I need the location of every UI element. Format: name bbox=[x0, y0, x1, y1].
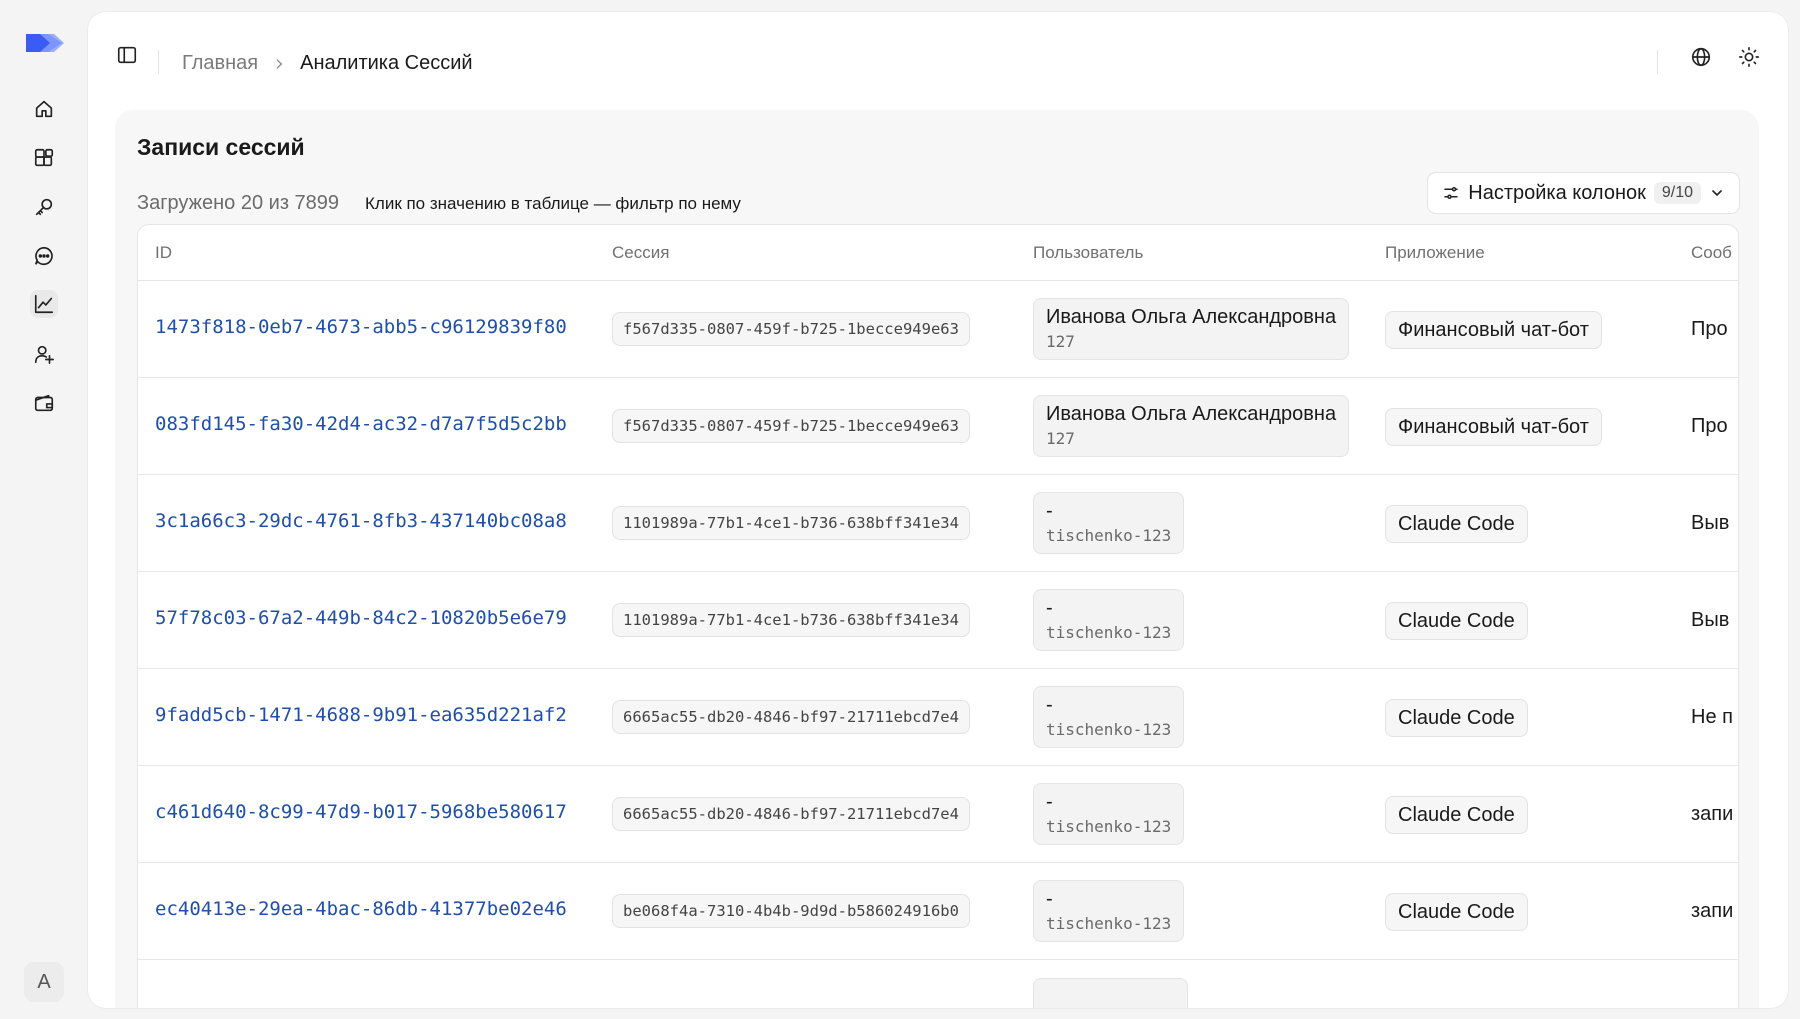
message-cell[interactable]: Не п bbox=[1691, 706, 1733, 729]
column-header-id[interactable]: ID bbox=[155, 243, 172, 263]
columns-settings-label: Настройка колонок bbox=[1468, 181, 1646, 204]
app-chip[interactable]: Claude Code bbox=[1385, 893, 1528, 931]
row-id-link[interactable]: 1473f818-0eb7-4673-abb5-c96129839f80 bbox=[155, 316, 567, 338]
app-chip[interactable]: Финансовый чат-бот bbox=[1385, 408, 1602, 446]
user-chip[interactable]: - tischenko-123 bbox=[1033, 880, 1185, 942]
user-login: tischenko-123 bbox=[1046, 914, 1172, 933]
row-id-link[interactable]: c461d640-8c99-47d9-b017-5968be580617 bbox=[155, 801, 567, 823]
app-chip[interactable]: Claude Code bbox=[1385, 699, 1528, 737]
user-chip[interactable]: - tischenko-123 bbox=[1033, 589, 1185, 651]
table-row: ec40413e-29ea-4bac-86db-41377be02e46 be0… bbox=[138, 863, 1738, 960]
sidebar-toggle-icon[interactable] bbox=[114, 42, 140, 68]
user-chip[interactable]: - tischenko-123 bbox=[1033, 492, 1185, 554]
row-id-link[interactable]: ec40413e-29ea-4bac-86db-41377be02e46 bbox=[155, 898, 567, 920]
message-cell[interactable]: Про bbox=[1691, 318, 1728, 341]
column-header-session[interactable]: Сессия bbox=[612, 243, 669, 263]
page-title: Аналитика Сессий bbox=[300, 52, 473, 74]
logo bbox=[26, 34, 64, 52]
app-chip[interactable]: Claude Code bbox=[1385, 505, 1528, 543]
chart-icon[interactable] bbox=[30, 290, 58, 318]
column-header-user[interactable]: Пользователь bbox=[1033, 243, 1143, 263]
filter-hint: Клик по значению в таблице — фильтр по н… bbox=[365, 194, 741, 213]
column-header-app[interactable]: Приложение bbox=[1385, 243, 1485, 263]
columns-settings-button[interactable]: Настройка колонок 9/10 bbox=[1427, 172, 1740, 214]
session-chip[interactable]: 1101989a-77b1-4ce1-b736-638bff341e34 bbox=[612, 506, 970, 540]
table-row: 083fd145-fa30-42d4-ac32-d7a7f5d5c2bb f56… bbox=[138, 378, 1738, 475]
user-name: - bbox=[1046, 791, 1053, 813]
blocks-icon[interactable] bbox=[30, 144, 58, 172]
sessions-table: ID Сессия Пользователь Приложение Сооб 1… bbox=[137, 224, 1739, 1008]
topbar: Главная Аналитика Сессий bbox=[88, 12, 1788, 98]
message-cell[interactable]: запи bbox=[1691, 803, 1733, 826]
table-row: 9fadd5cb-1471-4688-9b91-ea635d221af2 666… bbox=[138, 669, 1738, 766]
user-chip[interactable]: Иванова Ольга Александровна 127 bbox=[1033, 395, 1350, 457]
session-chip[interactable]: f567d335-0807-459f-b725-1becce949e63 bbox=[612, 409, 970, 443]
session-chip[interactable]: 6665ac55-db20-4846-bf97-21711ebcd7e4 bbox=[612, 797, 970, 831]
user-name: Иванова Ольга Александровна bbox=[1046, 403, 1337, 425]
row-id-link[interactable]: 57f78c03-67a2-449b-84c2-10820b5e6e79 bbox=[155, 607, 567, 629]
user-chip[interactable]: Иванова Ольга Александровна 127 bbox=[1033, 298, 1350, 360]
home-icon[interactable] bbox=[30, 95, 58, 123]
chat-icon[interactable] bbox=[30, 242, 58, 270]
sessions-card: Записи сессий Загружено 20 из 7899 Клик … bbox=[115, 110, 1759, 1008]
sliders-icon bbox=[1444, 187, 1458, 199]
session-chip[interactable]: f567d335-0807-459f-b725-1becce949e63 bbox=[612, 312, 970, 346]
main-panel: Главная Аналитика Сессий Записи сессий З… bbox=[88, 12, 1788, 1008]
table-row: 3c1a66c3-29dc-4761-8fb3-437140bc08a8 110… bbox=[138, 475, 1738, 572]
user-chip[interactable]: - tischenko-123 bbox=[1033, 783, 1185, 845]
loaded-count: Загружено 20 из 7899 bbox=[137, 192, 340, 214]
user-login: tischenko-123 bbox=[1046, 817, 1172, 836]
card-title: Записи сессий bbox=[137, 134, 305, 160]
user-name: - bbox=[1046, 597, 1053, 619]
user-login: 127 bbox=[1046, 429, 1075, 448]
user-plus-icon[interactable] bbox=[30, 340, 58, 368]
breadcrumb-home-link[interactable]: Главная bbox=[182, 52, 258, 75]
key-icon[interactable] bbox=[30, 193, 58, 221]
user-login: tischenko-123 bbox=[1046, 623, 1172, 642]
session-chip[interactable]: be068f4a-7310-4b4b-9d9d-b586024916b0 bbox=[612, 894, 970, 928]
session-chip[interactable]: 6665ac55-db20-4846-bf97-21711ebcd7e4 bbox=[612, 700, 970, 734]
user-name: - bbox=[1046, 888, 1053, 910]
row-id-link[interactable]: 3c1a66c3-29dc-4761-8fb3-437140bc08a8 bbox=[155, 510, 567, 532]
table-row: 1473f818-0eb7-4673-abb5-c96129839f80 f56… bbox=[138, 281, 1738, 378]
table-row-partial bbox=[138, 960, 1738, 1008]
table-header: ID Сессия Пользователь Приложение Сооб bbox=[138, 225, 1738, 281]
wallet-icon[interactable] bbox=[30, 389, 58, 417]
avatar[interactable]: A bbox=[24, 962, 64, 1002]
user-name: - bbox=[1046, 694, 1053, 716]
chevron-down-icon bbox=[1712, 190, 1722, 197]
breadcrumb: Главная Аналитика Сессий bbox=[182, 52, 473, 75]
globe-icon[interactable] bbox=[1686, 42, 1716, 72]
divider bbox=[158, 50, 159, 74]
message-cell[interactable]: Выв bbox=[1691, 609, 1729, 632]
user-chip[interactable]: - tischenko-123 bbox=[1033, 686, 1185, 748]
column-header-messages[interactable]: Сооб bbox=[1691, 243, 1732, 263]
user-login: 127 bbox=[1046, 332, 1075, 351]
user-chip[interactable] bbox=[1033, 978, 1188, 1008]
message-cell[interactable]: Про bbox=[1691, 415, 1728, 438]
divider bbox=[1657, 50, 1658, 74]
user-name: - bbox=[1046, 500, 1053, 522]
row-id-link[interactable]: 083fd145-fa30-42d4-ac32-d7a7f5d5c2bb bbox=[155, 413, 567, 435]
left-rail: A bbox=[0, 0, 88, 1019]
app-chip[interactable]: Claude Code bbox=[1385, 602, 1528, 640]
user-name: Иванова Ольга Александровна bbox=[1046, 306, 1337, 328]
chevron-right-icon bbox=[272, 57, 286, 71]
user-login: tischenko-123 bbox=[1046, 526, 1172, 545]
message-cell[interactable]: запи bbox=[1691, 900, 1733, 923]
sun-icon[interactable] bbox=[1734, 42, 1764, 72]
app-chip[interactable]: Claude Code bbox=[1385, 796, 1528, 834]
user-login: tischenko-123 bbox=[1046, 720, 1172, 739]
row-id-link[interactable]: 9fadd5cb-1471-4688-9b91-ea635d221af2 bbox=[155, 704, 567, 726]
columns-count-badge: 9/10 bbox=[1653, 182, 1701, 204]
session-chip[interactable]: 1101989a-77b1-4ce1-b736-638bff341e34 bbox=[612, 603, 970, 637]
message-cell[interactable]: Выв bbox=[1691, 512, 1729, 535]
table-row: 57f78c03-67a2-449b-84c2-10820b5e6e79 110… bbox=[138, 572, 1738, 669]
table-row: c461d640-8c99-47d9-b017-5968be580617 666… bbox=[138, 766, 1738, 863]
app-chip[interactable]: Финансовый чат-бот bbox=[1385, 311, 1602, 349]
